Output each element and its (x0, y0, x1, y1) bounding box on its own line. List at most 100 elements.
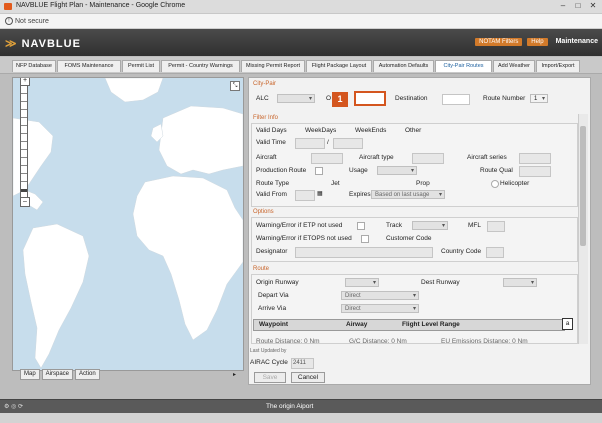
origin-input[interactable] (354, 91, 386, 106)
world-map[interactable]: + – ⤡ (12, 77, 244, 371)
header-actions: NOTAM Filters Help Maintenance (472, 38, 598, 46)
origin-runway-select[interactable] (345, 278, 379, 288)
dest-runway-select[interactable] (503, 278, 537, 288)
zoom-tick (21, 109, 27, 110)
help-button[interactable]: Help (527, 38, 548, 46)
filter-info-section-title: Filter Info (253, 115, 279, 121)
designator-input[interactable] (295, 247, 433, 258)
route-number-select[interactable]: 1 (530, 94, 548, 104)
form-scrollbar-thumb[interactable] (580, 126, 586, 246)
warning-etops-label: Warning/Error if ETOPS not used (256, 235, 352, 242)
production-route-checkbox[interactable] (315, 167, 323, 175)
airspace-button[interactable]: Airspace (41, 369, 74, 380)
save-button[interactable]: Save (254, 372, 286, 383)
jet-option[interactable]: Jet (331, 180, 340, 187)
zoom-handle[interactable] (21, 189, 27, 192)
zoom-out-icon[interactable]: – (20, 197, 30, 207)
arrive-via-select[interactable]: Direct (341, 304, 419, 314)
other-option[interactable]: Other (405, 127, 421, 134)
depart-via-select[interactable]: Direct (341, 291, 419, 301)
address-bar[interactable]: ! Not secure (0, 14, 602, 29)
tab-flight-package-layout[interactable]: Flight Package Layout (306, 60, 372, 72)
map-menu-arrow-icon[interactable]: ▸ (233, 371, 236, 378)
map-landmass (13, 78, 243, 369)
options-section-title: Options (253, 209, 274, 215)
mode-label: Maintenance (555, 38, 598, 45)
aircraft-type-input[interactable] (412, 153, 444, 164)
warning-etp-label: Warning/Error if ETP not used (256, 222, 343, 229)
tab-missing-permit-report[interactable]: Missing Permit Report (241, 60, 305, 72)
action-button[interactable]: Action (75, 369, 100, 380)
map-expand-icon[interactable]: ⤡ (230, 81, 240, 91)
zoom-tick (21, 157, 27, 158)
maximize-icon[interactable]: □ (573, 1, 583, 11)
prop-option[interactable]: Prop (416, 180, 430, 187)
tab-city-pair-routes[interactable]: City-Pair Routes (435, 60, 492, 72)
route-distance: Route Distance: 0 Nm (256, 338, 320, 345)
tab-permit-list[interactable]: Permit List (122, 60, 160, 72)
last-updated-label: Last Updated by (250, 348, 287, 354)
tab-permit-country-warnings[interactable]: Permit - Country Warnings (161, 60, 240, 72)
tab-nfp-database[interactable]: NFP Database (12, 60, 56, 72)
track-select[interactable] (412, 221, 448, 231)
arrive-via-label: Arrive Via (258, 305, 287, 312)
calendar-icon[interactable]: ▦ (317, 190, 323, 197)
aircraft-input[interactable] (311, 153, 343, 164)
production-route-label: Production Route (256, 167, 307, 174)
zoom-slider[interactable]: + – (20, 78, 30, 207)
weekdays-option[interactable]: WeekDays (305, 127, 336, 134)
warning-etops-checkbox[interactable] (361, 235, 369, 243)
country-code-input[interactable] (486, 247, 504, 258)
alc-select[interactable] (277, 94, 315, 104)
tab-add-weather[interactable]: Add Weather (493, 60, 535, 72)
track-label: Track (386, 222, 403, 229)
cancel-button[interactable]: Cancel (291, 372, 325, 383)
origin-label: O (326, 95, 332, 102)
tab-automation-defaults[interactable]: Automation Defaults (373, 60, 434, 72)
notam-filters-button[interactable]: NOTAM Filters (475, 38, 523, 46)
valid-time-to-input[interactable] (333, 138, 363, 149)
airac-cycle-label: AIRAC Cycle (250, 359, 288, 366)
form-scrollbar[interactable] (578, 114, 588, 344)
tab-import-export[interactable]: Import/Export (536, 60, 580, 72)
route-type-label: Route Type (256, 180, 290, 187)
designator-label: Designator (256, 248, 288, 255)
status-message: The origin Aiport (266, 403, 314, 410)
valid-time-from-input[interactable] (295, 138, 325, 149)
zoom-tick (21, 141, 27, 142)
mfl-label: MFL (468, 222, 481, 229)
settings-icon[interactable]: ⚙ (4, 404, 9, 410)
map-button[interactable]: Map (20, 369, 40, 380)
zoom-tick (21, 117, 27, 118)
minimize-icon[interactable]: – (558, 1, 568, 11)
route-qual-input[interactable] (519, 166, 551, 177)
dest-runway-label: Dest Runway (421, 279, 460, 286)
destination-input[interactable] (442, 94, 470, 105)
usage-select[interactable] (377, 166, 417, 176)
security-indicator[interactable]: ! Not secure (5, 17, 49, 25)
expires-select[interactable]: Based on last usage (371, 190, 445, 200)
warning-etp-checkbox[interactable] (357, 222, 365, 230)
waypoint-column-header[interactable]: Waypoint (259, 320, 288, 330)
zoom-tick (21, 101, 27, 102)
helicopter-radio[interactable] (491, 180, 499, 188)
airway-column-header[interactable]: Airway (346, 320, 367, 330)
valid-from-input[interactable] (295, 190, 315, 201)
aircraft-label: Aircraft (256, 154, 277, 161)
zoom-in-icon[interactable]: + (20, 78, 30, 86)
app-header: ≫ NAVBLUE NOTAM Filters Help Maintenance (0, 29, 602, 56)
close-icon[interactable]: ✕ (588, 1, 598, 11)
depart-via-label: Depart Via (258, 292, 289, 299)
refresh-icon[interactable]: ⟳ (18, 404, 23, 410)
tab-foms-maintenance[interactable]: FOMS Maintenance (57, 60, 121, 72)
add-waypoint-icon[interactable]: a (562, 318, 573, 330)
weekends-option[interactable]: WeekEnds (355, 127, 386, 134)
route-table-header: Waypoint Airway Flight Level Range (253, 319, 565, 331)
mfl-input[interactable] (487, 221, 505, 232)
warning-icon: ! (5, 17, 13, 25)
flight-level-range-column-header[interactable]: Flight Level Range (402, 320, 460, 330)
aircraft-series-input[interactable] (519, 153, 551, 164)
city-pair-route-form: City-Pair ALC O Destination Route Number… (248, 77, 591, 385)
helicopter-option[interactable]: Helicopter (500, 180, 529, 187)
origin-runway-label: Origin Runway (256, 279, 299, 286)
